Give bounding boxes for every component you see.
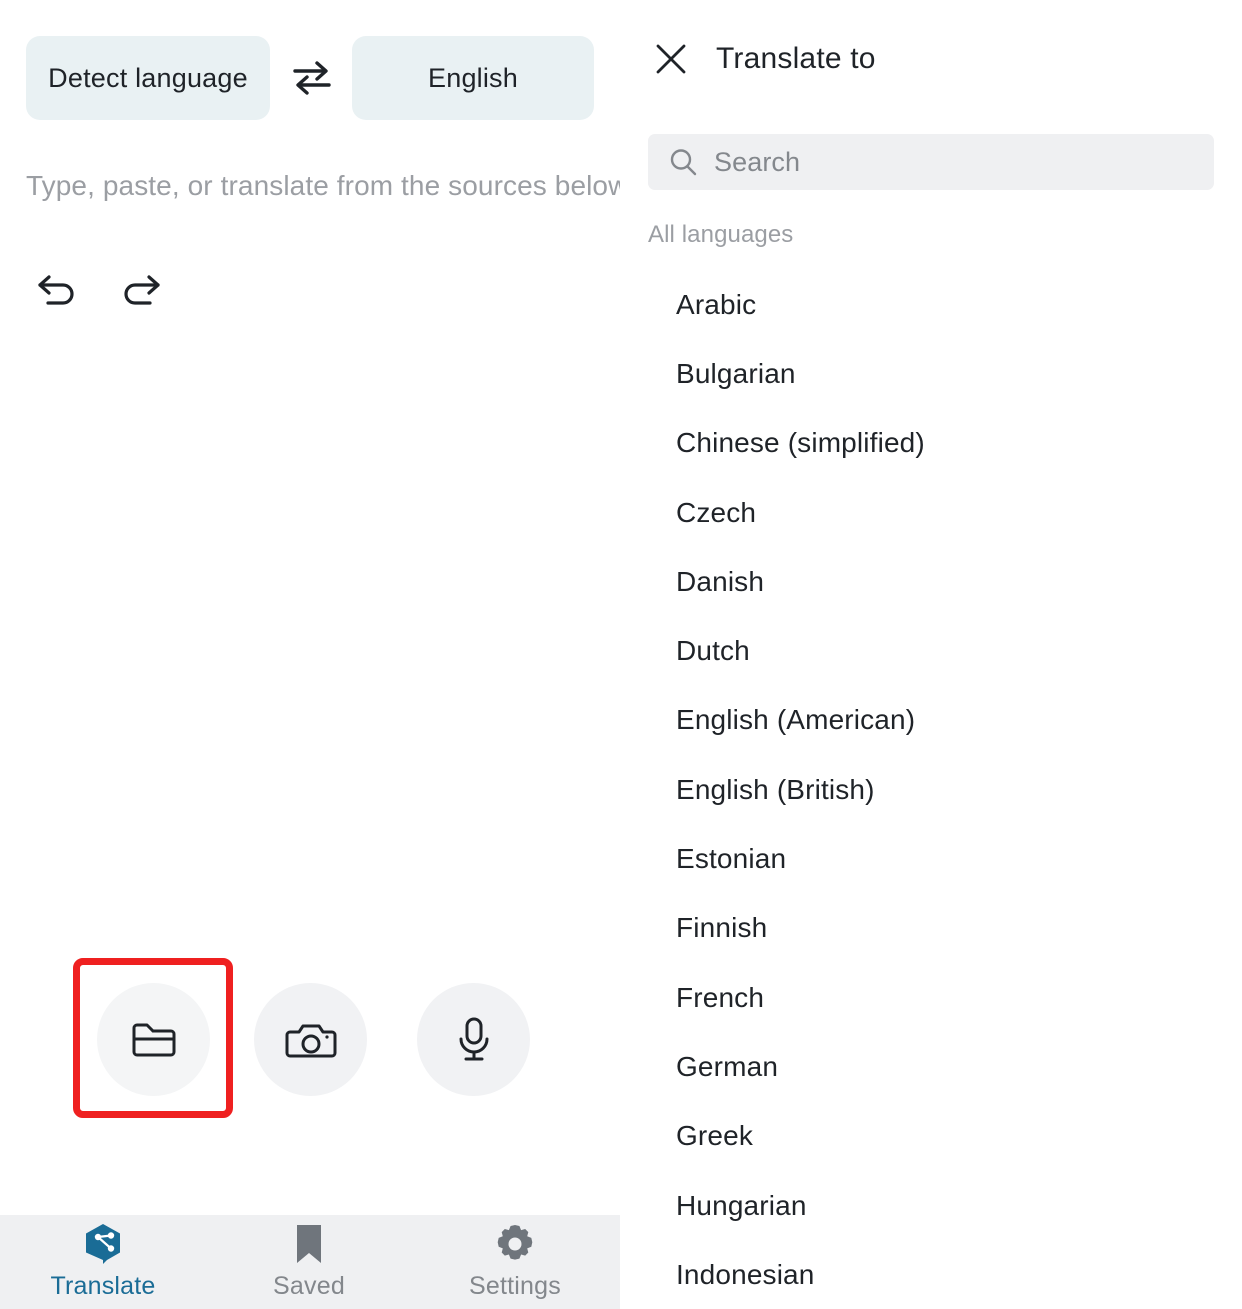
source-language-button[interactable]: Detect language [26, 36, 270, 120]
undo-arrow-icon[interactable] [26, 258, 90, 322]
language-list-item[interactable]: Danish [620, 547, 1242, 616]
language-list-item[interactable]: English (British) [620, 755, 1242, 824]
language-picker-sheet: Translate to Search All languages Arabic… [620, 0, 1242, 1309]
language-list-item[interactable]: Finnish [620, 894, 1242, 963]
sheet-header: Translate to [620, 30, 1242, 88]
language-selector-bar: Detect language English [0, 36, 620, 120]
language-list-item[interactable]: Dutch [620, 616, 1242, 685]
translate-hexagon-icon [83, 1223, 123, 1265]
page-title: Translate to [716, 42, 876, 75]
microphone-input-button[interactable] [417, 983, 530, 1096]
tab-saved[interactable]: Saved [206, 1215, 412, 1309]
language-list-item[interactable]: German [620, 1032, 1242, 1101]
language-list-item[interactable]: Arabic [620, 270, 1242, 339]
bookmark-icon [291, 1223, 327, 1265]
bottom-tab-bar: Translate Saved Settings [0, 1215, 620, 1309]
redo-arrow-icon[interactable] [108, 258, 172, 322]
tab-translate[interactable]: Translate [0, 1215, 206, 1309]
swap-languages-icon[interactable] [284, 50, 340, 106]
all-languages-section-label: All languages [648, 221, 794, 248]
language-list-item[interactable]: Indonesian [620, 1240, 1242, 1309]
language-list-item[interactable]: Czech [620, 478, 1242, 547]
language-list-item[interactable]: French [620, 963, 1242, 1032]
language-list-item[interactable]: Estonian [620, 824, 1242, 893]
target-language-button[interactable]: English [352, 36, 594, 120]
gear-icon [494, 1223, 536, 1265]
tab-settings[interactable]: Settings [412, 1215, 618, 1309]
close-x-icon[interactable] [648, 36, 694, 82]
search-icon [666, 145, 700, 179]
language-list-item[interactable]: Chinese (simplified) [620, 409, 1242, 478]
translate-panel: Detect language English Type, paste, or … [0, 0, 628, 1309]
tab-settings-label: Settings [469, 1272, 561, 1300]
camera-input-button[interactable] [254, 983, 367, 1096]
source-language-label: Detect language [48, 62, 248, 93]
source-input-actions [0, 958, 620, 1123]
search-placeholder-text: Search [714, 146, 801, 177]
language-list-item[interactable]: English (American) [620, 686, 1242, 755]
language-list-item[interactable]: Greek [620, 1102, 1242, 1171]
target-language-label: English [428, 62, 518, 93]
search-input[interactable]: Search [648, 134, 1214, 190]
language-list-item[interactable]: Hungarian [620, 1171, 1242, 1240]
translate-input-placeholder[interactable]: Type, paste, or translate from the sourc… [26, 170, 628, 202]
tab-saved-label: Saved [273, 1272, 345, 1300]
file-input-button[interactable] [97, 983, 210, 1096]
tab-translate-label: Translate [50, 1272, 156, 1300]
history-controls [26, 258, 226, 322]
language-list-item[interactable]: Bulgarian [620, 339, 1242, 408]
language-list[interactable]: Arabic Bulgarian Chinese (simplified) Czech… [620, 270, 1242, 1309]
translate-app-screen: Detect language English Type, paste, or … [0, 0, 1242, 1309]
